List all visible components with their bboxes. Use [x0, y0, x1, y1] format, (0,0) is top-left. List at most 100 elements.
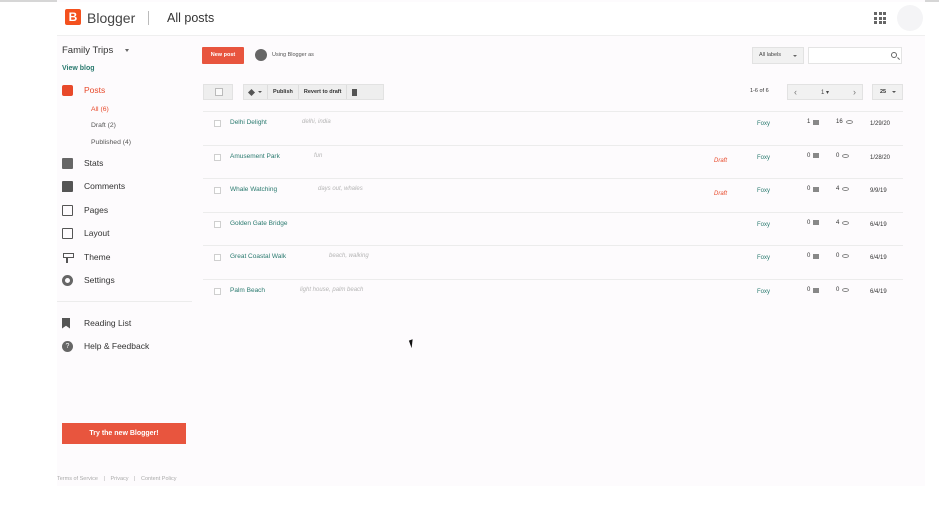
- eye-icon: [842, 153, 850, 158]
- privacy-link[interactable]: Privacy: [110, 476, 128, 482]
- sidebar-subitem-published[interactable]: Published (4): [91, 139, 131, 146]
- select-all-checkbox[interactable]: [203, 84, 233, 100]
- delete-button[interactable]: [347, 85, 362, 99]
- comment-count[interactable]: 1: [807, 119, 820, 125]
- label-button[interactable]: [244, 85, 268, 99]
- row-checkbox[interactable]: [214, 187, 221, 195]
- page-size-dropdown[interactable]: 25: [872, 84, 903, 100]
- post-title-link[interactable]: Amusement Park: [230, 153, 280, 160]
- sidebar-item-comments[interactable]: Comments: [62, 179, 125, 193]
- sidebar: Family Trips View blog Posts All (6) Dra…: [57, 36, 192, 486]
- terms-link[interactable]: Terms of Service: [57, 476, 98, 482]
- trash-icon: [352, 88, 358, 96]
- footer-separator: |: [134, 476, 136, 482]
- table-row[interactable]: Great Coastal Walk beach, walking Foxy 0 0 6/…: [203, 245, 903, 279]
- row-checkbox[interactable]: [214, 220, 221, 228]
- sidebar-item-label: Posts: [84, 85, 106, 95]
- comment-count-value: 0: [807, 219, 811, 226]
- account-avatar[interactable]: [897, 5, 923, 31]
- comment-count[interactable]: 0: [807, 253, 820, 260]
- footer-separator: |: [103, 476, 105, 482]
- page-size-value: 25: [880, 89, 887, 95]
- sidebar-item-layout[interactable]: Layout: [62, 226, 110, 240]
- comment-count[interactable]: 0: [807, 287, 820, 293]
- theme-icon: [62, 252, 74, 263]
- post-title-link[interactable]: Great Coastal Walk: [230, 253, 286, 260]
- table-row[interactable]: Whale Watching days out, whales Draft Foxy 0…: [203, 178, 903, 212]
- sidebar-item-label: Pages: [84, 205, 109, 215]
- table-row[interactable]: Palm Beach light house, palm beach Foxy 0 0 6…: [203, 279, 903, 313]
- sidebar-item-stats[interactable]: Stats: [62, 156, 103, 170]
- view-blog-link[interactable]: View blog: [62, 65, 95, 72]
- pages-icon: [62, 204, 73, 216]
- view-count-value: 0: [836, 253, 840, 260]
- sidebar-item-pages[interactable]: Pages: [62, 203, 108, 217]
- using-blogger-as-text: Using Blogger as: [272, 52, 314, 58]
- eye-icon: [842, 254, 850, 259]
- row-checkbox[interactable]: [214, 254, 221, 262]
- chevron-right-icon[interactable]: ›: [853, 85, 856, 99]
- sidebar-item-label: Settings: [84, 275, 115, 285]
- comments-icon: [62, 180, 73, 192]
- view-count: 4: [836, 220, 850, 226]
- chevron-left-icon[interactable]: ‹: [794, 85, 797, 99]
- labels-dropdown[interactable]: All labels: [752, 47, 804, 64]
- table-row[interactable]: Delhi Delight delhi, india Foxy 1 16 1/29/20: [203, 111, 903, 145]
- comment-count[interactable]: 0: [807, 186, 820, 193]
- row-checkbox[interactable]: [214, 288, 221, 295]
- chevron-down-icon: [793, 55, 797, 57]
- page-number: 1: [820, 89, 825, 96]
- labels-dropdown-value: All labels: [759, 52, 782, 58]
- publish-button[interactable]: Publish: [268, 85, 299, 99]
- eye-icon: [842, 288, 850, 292]
- blog-selector[interactable]: Family Trips: [62, 45, 113, 56]
- post-date: 1/28/20: [870, 154, 891, 161]
- row-checkbox[interactable]: [214, 120, 221, 127]
- sidebar-item-label: Layout: [84, 228, 110, 238]
- comment-count[interactable]: 0: [807, 153, 820, 159]
- comment-count-value: 0: [807, 186, 811, 193]
- sidebar-item-reading-list[interactable]: Reading List: [62, 316, 131, 330]
- eye-icon: [842, 220, 850, 225]
- help-icon: ?: [62, 340, 73, 352]
- chevron-down-icon[interactable]: [125, 49, 129, 52]
- page-title: All posts: [167, 11, 215, 25]
- sidebar-item-posts[interactable]: Posts: [62, 83, 105, 97]
- post-title-link[interactable]: Palm Beach: [230, 287, 265, 294]
- table-row[interactable]: Amusement Park fun Draft Foxy 0 0 1/28/20: [203, 144, 903, 179]
- eye-icon: [842, 187, 850, 192]
- row-checkbox[interactable]: [214, 153, 221, 161]
- comment-count-value: 0: [807, 253, 811, 260]
- post-date: 1/29/20: [870, 121, 891, 127]
- view-count: 4: [836, 186, 850, 192]
- comment-icon: [813, 220, 820, 226]
- table-row[interactable]: Golden Gate Bridge Foxy 0 4 6/4/19: [203, 211, 903, 246]
- app-header: B Blogger All posts: [57, 2, 925, 36]
- checkbox-icon: [215, 88, 223, 96]
- view-count: 0: [836, 253, 850, 260]
- post-title-link[interactable]: Delhi Delight: [230, 119, 267, 126]
- revert-to-draft-button[interactable]: Revert to draft: [299, 85, 348, 99]
- search-input[interactable]: [808, 47, 902, 64]
- post-title-link[interactable]: Whale Watching: [230, 186, 277, 193]
- content-policy-link[interactable]: Content Policy: [141, 476, 176, 482]
- sidebar-subitem-all[interactable]: All (6): [91, 106, 109, 113]
- blogger-logo-icon[interactable]: B: [65, 9, 81, 25]
- new-post-button[interactable]: New post: [202, 47, 244, 64]
- page-number-dropdown[interactable]: 1 ▾: [821, 89, 829, 96]
- search-icon[interactable]: [891, 52, 897, 58]
- chevron-down-icon: [892, 91, 896, 93]
- apps-grid-icon[interactable]: [874, 12, 886, 24]
- try-new-blogger-button[interactable]: Try the new Blogger!: [62, 423, 186, 444]
- sidebar-item-settings[interactable]: Settings: [62, 273, 115, 287]
- brand-name[interactable]: Blogger: [87, 10, 135, 26]
- view-count-value: 0: [836, 152, 840, 159]
- comment-count[interactable]: 0: [807, 219, 820, 226]
- post-title-link[interactable]: Golden Gate Bridge: [230, 220, 287, 227]
- post-status: Draft: [714, 157, 728, 164]
- post-date: 6/4/19: [870, 289, 887, 295]
- sidebar-divider: [57, 301, 192, 302]
- sidebar-item-theme[interactable]: Theme: [62, 250, 110, 264]
- sidebar-subitem-draft[interactable]: Draft (2): [91, 122, 116, 129]
- sidebar-item-help[interactable]: ? Help & Feedback: [62, 339, 149, 353]
